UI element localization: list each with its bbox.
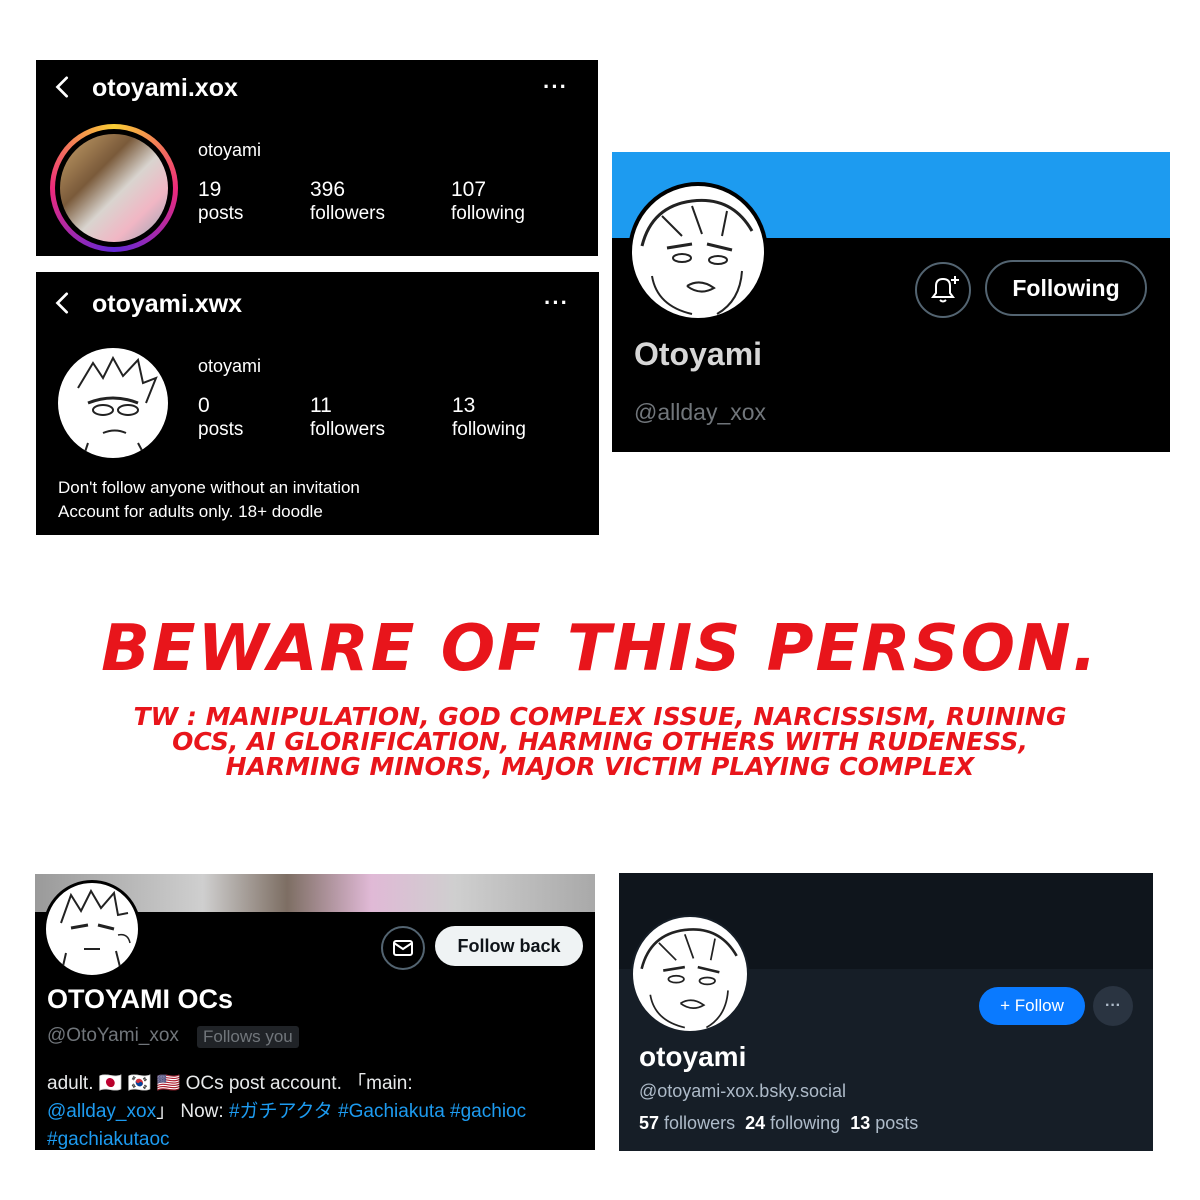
notification-bell-button[interactable] xyxy=(915,262,971,318)
profile-handle: otoyami.xwx xyxy=(92,290,243,318)
profile-name: otoyami xyxy=(198,356,262,376)
following-button[interactable]: Following xyxy=(985,260,1147,316)
more-options-icon[interactable]: ··· xyxy=(543,74,568,100)
back-arrow-icon[interactable] xyxy=(52,292,74,314)
more-options-icon[interactable]: ··· xyxy=(544,290,569,316)
posts-label: posts xyxy=(198,419,244,440)
handle: @otoyami-xox.bsky.social xyxy=(639,1081,846,1101)
posts-stat[interactable]: 19 posts xyxy=(198,178,243,226)
following-label: following xyxy=(451,203,525,224)
profile-name: otoyami xyxy=(198,140,262,160)
bio: Don't follow anyone without an invitatio… xyxy=(58,476,360,524)
posts-label: posts xyxy=(875,1113,919,1133)
display-name: otoyami xyxy=(639,1041,747,1072)
followers-stat[interactable]: 396 followers xyxy=(310,178,385,226)
follow-button[interactable]: + Follow xyxy=(979,987,1085,1025)
bio-text: adult. 🇯🇵 🇰🇷 🇺🇸 OCs post account. 「main: xyxy=(47,1073,413,1094)
posts-count: 0 xyxy=(198,394,210,417)
avatar-image xyxy=(60,134,168,242)
avatar-image xyxy=(77,355,158,458)
avatar-image xyxy=(640,928,738,1029)
avatar[interactable] xyxy=(58,348,168,458)
avatar[interactable] xyxy=(628,182,768,322)
followers-stat[interactable]: 11 followers xyxy=(310,394,385,442)
following-label: following xyxy=(452,419,526,440)
following-stat[interactable]: 24 following xyxy=(745,1113,840,1133)
profile-stats: 57 followers 24 following 13 posts xyxy=(639,1113,918,1134)
back-arrow-icon[interactable] xyxy=(52,76,74,98)
avatar-image xyxy=(60,888,131,975)
followers-stat[interactable]: 57 followers xyxy=(639,1113,735,1133)
follows-you-badge: Follows you xyxy=(197,1026,299,1048)
hashtag-link[interactable]: #gachioc xyxy=(450,1101,526,1122)
avatar[interactable] xyxy=(43,880,141,978)
handle: @allday_xox xyxy=(634,399,767,425)
bio-text: 」 Now: xyxy=(156,1101,229,1122)
avatar[interactable] xyxy=(50,124,178,252)
hashtag-link[interactable]: #Gachiakuta xyxy=(338,1101,445,1122)
followers-label: followers xyxy=(310,419,385,440)
warning-title: BEWARE OF THIS PERSON. xyxy=(101,612,1099,686)
following-stat[interactable]: 107 following xyxy=(451,178,525,226)
posts-stat: 13 posts xyxy=(850,1113,918,1133)
avatar[interactable] xyxy=(631,915,749,1033)
hashtag-link[interactable]: #gachiakutaoc xyxy=(47,1129,170,1150)
avatar-image xyxy=(640,198,754,315)
bluesky-profile: + Follow ··· otoyami @otoyami-xox.bsky.s… xyxy=(619,873,1153,1151)
posts-label: posts xyxy=(198,203,244,224)
instagram-profile-2: otoyami.xwx ··· otoyami 0 posts 11 followe… xyxy=(36,272,599,535)
followers-label: followers xyxy=(310,203,385,224)
following-stat[interactable]: 13 following xyxy=(452,394,526,442)
followers-count: 11 xyxy=(310,394,332,417)
twitter-profile-main: Following Otoyami @allday_xox xyxy=(612,152,1170,452)
posts-count: 13 xyxy=(850,1113,871,1133)
handle: @OtoYami_xox xyxy=(47,1025,179,1046)
bell-plus-icon xyxy=(931,276,959,303)
hashtag-link[interactable]: #ガチアクタ xyxy=(229,1101,333,1122)
envelope-icon xyxy=(393,940,413,956)
display-name: OTOYAMI OCs xyxy=(47,984,234,1014)
following-count: 13 xyxy=(452,394,476,417)
bio: adult. 🇯🇵 🇰🇷 🇺🇸 OCs post account. 「main:… xyxy=(47,1070,592,1150)
message-button[interactable] xyxy=(381,926,425,970)
more-options-button[interactable]: ··· xyxy=(1093,986,1133,1026)
mention-link[interactable]: @allday_xox xyxy=(47,1101,156,1122)
following-count: 24 xyxy=(745,1113,766,1133)
trigger-warning-line: HARMING MINORS, MAJOR VICTIM PLAYING COM… xyxy=(225,752,975,781)
follow-back-button[interactable]: Follow back xyxy=(435,926,583,966)
followers-count: 57 xyxy=(639,1113,660,1133)
posts-stat[interactable]: 0 posts xyxy=(198,394,243,442)
posts-count: 19 xyxy=(198,178,222,201)
profile-handle: otoyami.xox xyxy=(92,74,238,102)
followers-label: followers xyxy=(664,1113,736,1133)
following-count: 107 xyxy=(451,178,487,201)
following-label: following xyxy=(770,1113,841,1133)
instagram-profile-1: otoyami.xox ··· otoyami 19 posts 396 follo… xyxy=(36,60,598,256)
display-name: Otoyami xyxy=(634,336,763,372)
bio-line: Don't follow anyone without an invitatio… xyxy=(58,478,360,497)
bio-line: Account for adults only. 18+ doodle xyxy=(58,502,323,521)
twitter-profile-ocs: Follow back OTOYAMI OCs @OtoYami_xox Fol… xyxy=(35,874,595,1150)
followers-count: 396 xyxy=(310,178,346,201)
